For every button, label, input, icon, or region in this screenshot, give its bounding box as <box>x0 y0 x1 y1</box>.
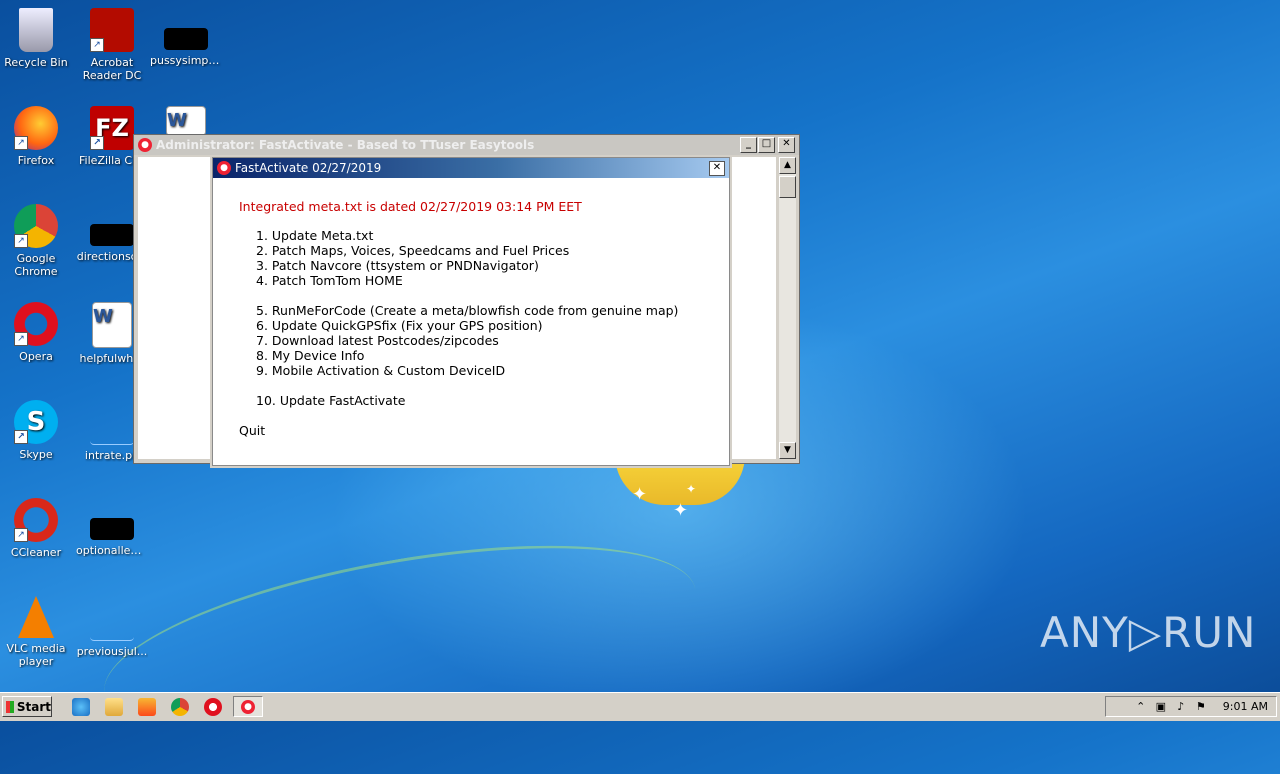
menu-item-runmeforcode[interactable]: 5. RunMeForCode (Create a meta/blowfish … <box>256 303 729 318</box>
shortcut-arrow-icon: ↗ <box>14 136 28 150</box>
opera-icon: ↗ <box>14 302 58 346</box>
sparkle-icon: ✦ <box>632 484 648 505</box>
quit-option[interactable]: Quit <box>239 423 729 438</box>
media-player-icon[interactable] <box>138 698 156 716</box>
fastactivate-icon: ● <box>138 138 152 152</box>
system-tray: ⌃ ▣ ♪ ⚑ 9:01 AM <box>1105 696 1277 717</box>
dialog-title: FastActivate 02/27/2019 <box>235 161 382 175</box>
file-icon <box>90 224 134 246</box>
menu-item-patch-maps[interactable]: 2. Patch Maps, Voices, Speedcams and Fue… <box>256 243 729 258</box>
vertical-scrollbar[interactable]: ▲ ▼ <box>779 157 796 459</box>
menu-spacer <box>256 378 729 393</box>
dialog-body: Integrated meta.txt is dated 02/27/2019 … <box>213 179 729 465</box>
image-file-icon <box>90 400 134 445</box>
desktop-icon-acrobat[interactable]: ↗ Acrobat Reader DC <box>76 8 148 82</box>
desktop-icon-file-3[interactable]: optionalleag... <box>76 498 148 557</box>
desktop-icon-recycle-bin[interactable]: Recycle Bin <box>0 8 72 69</box>
scroll-thumb[interactable] <box>779 176 796 198</box>
scroll-down-icon[interactable]: ▼ <box>779 442 796 459</box>
menu-item-update-quickgpsfix[interactable]: 6. Update QuickGPSfix (Fix your GPS posi… <box>256 318 729 333</box>
sparkle-icon: ✦ <box>673 500 689 521</box>
meta-date-notice: Integrated meta.txt is dated 02/27/2019 … <box>239 199 582 214</box>
volume-icon[interactable]: ♪ <box>1175 700 1187 713</box>
fastactivate-icon: ● <box>217 161 231 175</box>
word-doc-icon: W <box>92 302 132 348</box>
shortcut-arrow-icon: ↗ <box>14 430 28 444</box>
shortcut-arrow-icon: ↗ <box>90 38 104 52</box>
file-icon <box>90 518 134 540</box>
shortcut-arrow-icon: ↗ <box>14 528 28 542</box>
menu-item-update-fastactivate[interactable]: 10. Update FastActivate <box>256 393 729 408</box>
dialog-titlebar[interactable]: ● FastActivate 02/27/2019 ✕ <box>213 158 729 178</box>
ie-icon[interactable] <box>72 698 90 716</box>
shortcut-arrow-icon: ↗ <box>90 136 104 150</box>
fastactivate-taskbar-button[interactable]: ● <box>233 696 263 717</box>
desktop-icon-opera[interactable]: ↗ Opera <box>0 302 72 363</box>
chrome-icon: ↗ <box>14 204 58 248</box>
start-button[interactable]: Start <box>2 696 52 717</box>
opera-icon[interactable] <box>204 698 222 716</box>
desktop-icon-file-1[interactable]: pussysimply... <box>150 8 222 67</box>
maximize-button[interactable]: □ <box>758 137 775 153</box>
menu-spacer <box>256 288 729 303</box>
firefox-icon: ↗ <box>14 106 58 150</box>
menu-item-patch-tomtom-home[interactable]: 4. Patch TomTom HOME <box>256 273 729 288</box>
windows-logo-icon <box>6 700 14 713</box>
menu-item-update-meta[interactable]: 1. Update Meta.txt <box>256 228 729 243</box>
fastactivate-icon: ● <box>241 700 255 714</box>
desktop-icon-skype[interactable]: S ↗ Skype <box>0 400 72 461</box>
acrobat-icon: ↗ <box>90 8 134 52</box>
menu-list: 1. Update Meta.txt 2. Patch Maps, Voices… <box>256 228 729 408</box>
scroll-up-icon[interactable]: ▲ <box>779 157 796 174</box>
menu-item-download-postcodes[interactable]: 7. Download latest Postcodes/zipcodes <box>256 333 729 348</box>
desktop-icon-ccleaner[interactable]: ↗ CCleaner <box>0 498 72 559</box>
action-center-flag-icon[interactable]: ⚑ <box>1195 700 1207 713</box>
image-file-icon <box>90 596 134 641</box>
network-icon[interactable]: ▣ <box>1155 700 1167 713</box>
minimize-button[interactable]: _ <box>740 137 757 153</box>
show-hidden-icons-icon[interactable]: ⌃ <box>1135 700 1147 713</box>
shortcut-arrow-icon: ↗ <box>14 234 28 248</box>
ccleaner-icon: ↗ <box>14 498 58 542</box>
shortcut-arrow-icon: ↗ <box>14 332 28 346</box>
fastactivate-dialog[interactable]: ● FastActivate 02/27/2019 ✕ Integrated m… <box>212 157 730 466</box>
vlc-icon <box>18 596 54 638</box>
desktop-icon-chrome[interactable]: ↗ Google Chrome <box>0 204 72 278</box>
sparkle-icon: ✦ <box>686 482 697 496</box>
filezilla-icon: FZ ↗ <box>90 106 134 150</box>
word-doc-icon: W <box>166 106 206 136</box>
console-titlebar[interactable]: ● Administrator: FastActivate - Based to… <box>134 135 799 155</box>
clock[interactable]: 9:01 AM <box>1223 700 1268 713</box>
desktop-icon-firefox[interactable]: ↗ Firefox <box>0 106 72 167</box>
dialog-close-button[interactable]: ✕ <box>709 161 725 176</box>
desktop-icon-image-2[interactable]: previousjul... <box>76 596 148 658</box>
taskbar: Start ● ⌃ ▣ ♪ ⚑ 9:01 AM <box>0 692 1280 721</box>
anyrun-watermark: ANY▷RUN <box>1040 608 1257 657</box>
explorer-icon[interactable] <box>105 698 123 716</box>
desktop-icon-vlc[interactable]: VLC media player <box>0 596 72 668</box>
menu-item-mobile-activation[interactable]: 9. Mobile Activation & Custom DeviceID <box>256 363 729 378</box>
file-icon <box>164 28 208 50</box>
chrome-icon[interactable] <box>171 698 189 716</box>
skype-icon: S ↗ <box>14 400 58 444</box>
close-button[interactable]: ✕ <box>778 137 795 153</box>
menu-item-patch-navcore[interactable]: 3. Patch Navcore (ttsystem or PNDNavigat… <box>256 258 729 273</box>
recycle-bin-icon <box>19 8 53 52</box>
menu-item-device-info[interactable]: 8. My Device Info <box>256 348 729 363</box>
